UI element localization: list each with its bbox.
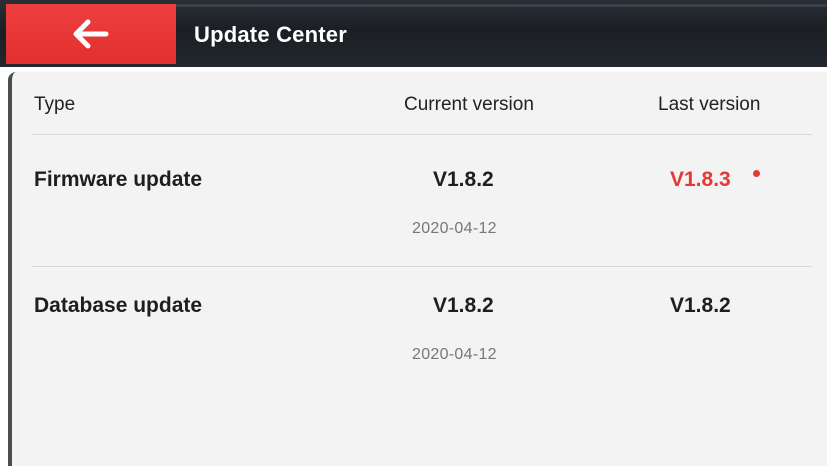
row-last-version: V1.8.2 <box>670 294 731 317</box>
column-header-current-version: Current version <box>404 94 534 115</box>
back-button[interactable] <box>6 4 176 64</box>
row-last-version[interactable]: V1.8.3 <box>670 168 731 192</box>
column-header-last-version: Last version <box>658 94 761 115</box>
update-center-screen: Update Center Type Current version Last … <box>0 0 827 468</box>
table-header: Type Current version Last version <box>12 72 827 134</box>
row-current-version: V1.8.2 <box>433 168 494 191</box>
header-bar: Update Center <box>0 0 827 67</box>
row-type-label: Firmware update <box>34 168 203 191</box>
new-update-indicator-dot <box>753 170 760 177</box>
row-divider <box>32 266 812 267</box>
row-current-date: 2020-04-12 <box>412 346 497 363</box>
column-header-type: Type <box>34 94 76 115</box>
header-accent-line <box>176 4 827 7</box>
update-list-panel: Type Current version Last version Firmwa… <box>8 72 827 466</box>
row-current-date: 2020-04-12 <box>412 220 497 237</box>
row-current-version: V1.8.2 <box>433 294 494 317</box>
header-divider <box>32 134 812 135</box>
arrow-left-icon <box>73 19 109 49</box>
page-title: Update Center <box>194 22 347 47</box>
row-type-label: Database update <box>34 294 203 317</box>
